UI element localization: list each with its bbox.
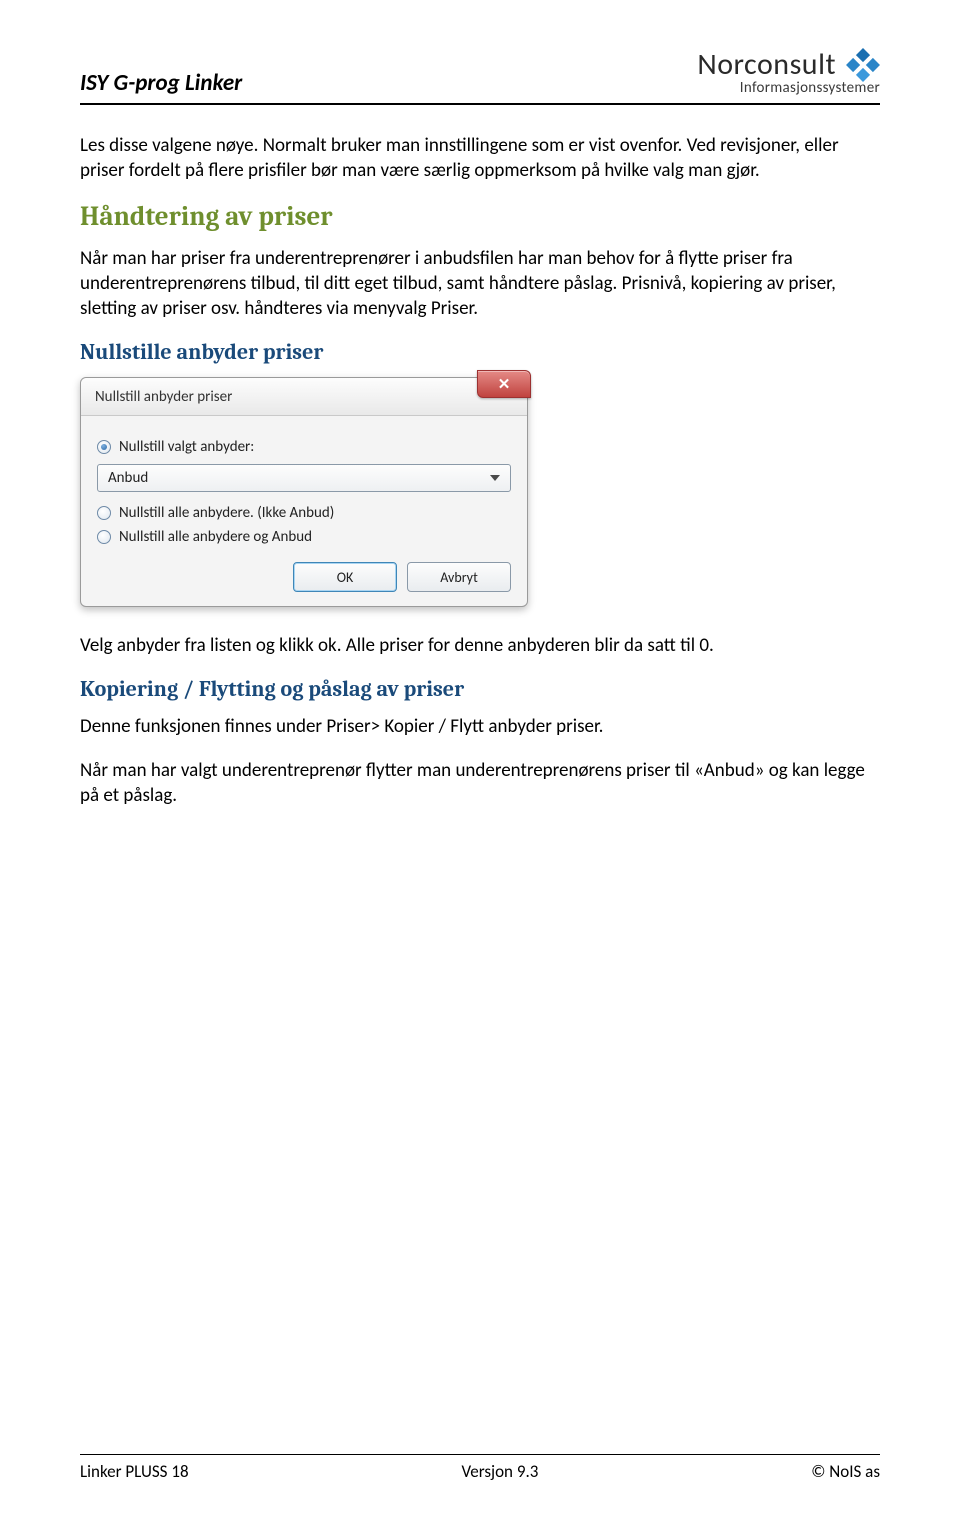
dialog-nullstill: Nullstill anbyder priser ✕ Nullstill val… — [80, 377, 528, 607]
close-icon: ✕ — [498, 375, 511, 394]
brand-line1: Norconsult — [697, 46, 880, 83]
paragraph: Når man har priser fra underentreprenøre… — [80, 246, 880, 321]
radio-label: Nullstill valgt anbyder: — [119, 438, 254, 456]
ok-button[interactable]: OK — [293, 562, 397, 592]
brand-block: Norconsult Informasjonssystemer — [697, 46, 880, 97]
page-footer: Linker PLUSS 18 Versjon 9.3 © NoIS as — [80, 1454, 880, 1482]
paragraph: Når man har valgt underentreprenør flytt… — [80, 758, 880, 808]
anbyder-dropdown[interactable]: Anbud — [97, 464, 511, 492]
button-label: OK — [337, 569, 354, 586]
dropdown-value: Anbud — [108, 469, 148, 487]
radio-option-selected-anbyder[interactable]: Nullstill valgt anbyder: — [97, 438, 511, 456]
radio-icon — [97, 506, 111, 520]
footer-center: Versjon 9.3 — [461, 1461, 538, 1482]
footer-right: © NoIS as — [811, 1461, 880, 1482]
chevron-down-icon — [486, 469, 504, 487]
paragraph: Velg anbyder fra listen og klikk ok. All… — [80, 633, 880, 658]
radio-option-alle-og-anbud[interactable]: Nullstill alle anbydere og Anbud — [97, 528, 511, 546]
heading-nullstille: Nullstille anbyder priser — [80, 339, 880, 365]
heading-handtering: Håndtering av priser — [80, 201, 880, 232]
radio-icon — [97, 440, 111, 454]
paragraph: Les disse valgene nøye. Normalt bruker m… — [80, 133, 880, 183]
close-button[interactable]: ✕ — [477, 370, 531, 398]
dialog-button-row: OK Avbryt — [97, 562, 511, 592]
doc-title: ISY G-prog Linker — [80, 69, 242, 97]
paragraph: Denne funksjonen finnes under Priser> Ko… — [80, 714, 880, 739]
page-header: ISY G-prog Linker Norconsult Informasjon… — [80, 46, 880, 105]
dialog-body: Nullstill valgt anbyder: Anbud Nullstill… — [81, 416, 527, 606]
radio-option-alle-ikke-anbud[interactable]: Nullstill alle anbydere. (Ikke Anbud) — [97, 504, 511, 522]
radio-label: Nullstill alle anbydere. (Ikke Anbud) — [119, 504, 334, 522]
button-label: Avbryt — [440, 569, 478, 586]
footer-left: Linker PLUSS 18 — [80, 1461, 189, 1482]
dialog-title-text: Nullstill anbyder priser — [95, 388, 232, 406]
radio-icon — [97, 530, 111, 544]
brand-logo-icon — [846, 48, 880, 82]
cancel-button[interactable]: Avbryt — [407, 562, 511, 592]
heading-kopiering: Kopiering / Flytting og påslag av priser — [80, 676, 880, 702]
radio-label: Nullstill alle anbydere og Anbud — [119, 528, 312, 546]
dialog-titlebar[interactable]: Nullstill anbyder priser ✕ — [81, 378, 527, 416]
brand-name: Norconsult — [697, 46, 836, 83]
